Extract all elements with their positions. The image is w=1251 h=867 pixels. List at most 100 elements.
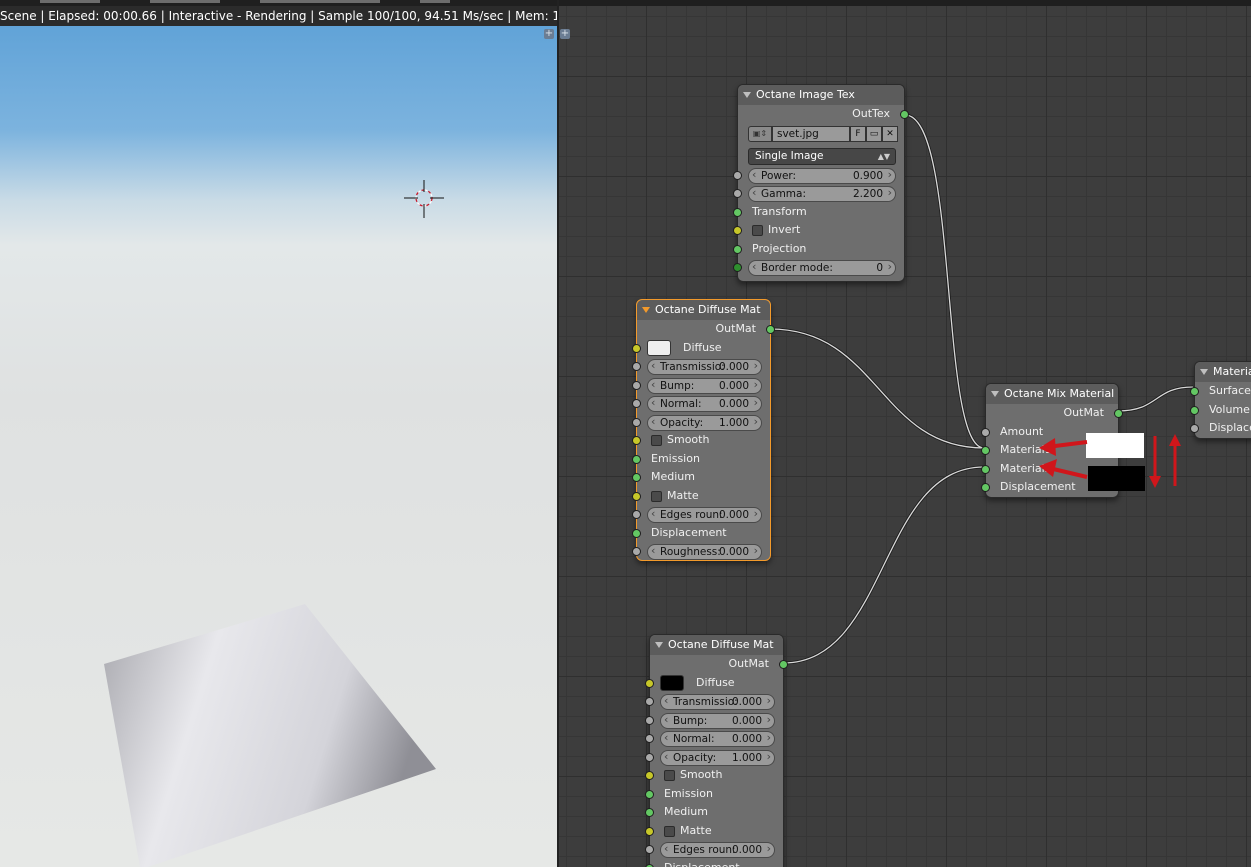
input-socket[interactable] — [632, 399, 641, 408]
input-socket[interactable] — [733, 189, 742, 198]
diffuse-color-swatch[interactable] — [660, 674, 684, 691]
input-socket[interactable] — [645, 789, 654, 799]
image-filename[interactable]: svet.jpg — [772, 125, 850, 142]
border-mode-row: Border mode: 0 — [733, 258, 904, 277]
matte-checkbox[interactable] — [664, 825, 675, 837]
bump-field[interactable]: Bump: 0.000 — [647, 377, 762, 394]
input-socket[interactable] — [1190, 405, 1199, 415]
power-field[interactable]: Power: 0.900 — [748, 167, 896, 184]
diffuse-row: Diffuse — [632, 339, 770, 358]
open-folder-icon[interactable]: ▭ — [866, 125, 882, 142]
node-material-output[interactable]: Material Surface Volume Displacemen — [1190, 361, 1251, 439]
input-socket[interactable] — [645, 678, 654, 688]
node-octane-diffuse-mat-white[interactable]: Octane Diffuse Mat OutMat Diffuse Transm… — [632, 299, 775, 561]
image-source-dropdown[interactable]: Single Image ▲▼ — [748, 147, 896, 165]
opacity-row: Opacity: 1.000 — [632, 413, 770, 432]
input-socket[interactable] — [645, 697, 654, 706]
node-header[interactable]: Octane Mix Material — [986, 384, 1118, 404]
input-socket[interactable] — [632, 380, 641, 390]
input-socket[interactable] — [632, 454, 641, 464]
input-socket[interactable] — [981, 427, 990, 437]
node-octane-image-tex[interactable]: Octane Image Tex OutTex ▣⇕ svet.jpg F ▭ … — [733, 84, 909, 282]
node-header[interactable]: Material — [1195, 362, 1251, 382]
input-socket[interactable] — [645, 734, 654, 743]
input-socket[interactable] — [645, 771, 654, 780]
input-socket[interactable] — [981, 446, 990, 455]
input-socket[interactable] — [733, 207, 742, 217]
link-diffuse1-to-material1 — [769, 328, 985, 449]
smooth-checkbox[interactable] — [651, 435, 662, 446]
node-editor-split-corner-icon[interactable]: + — [560, 29, 570, 39]
input-socket[interactable] — [632, 343, 641, 353]
3d-cursor-icon[interactable] — [404, 180, 444, 220]
input-socket[interactable] — [645, 845, 654, 854]
collapse-triangle-icon[interactable] — [655, 642, 663, 648]
collapse-triangle-icon[interactable] — [743, 92, 751, 98]
bump-row: Bump: 0.000 — [632, 376, 770, 395]
node-editor[interactable]: + Octane Image Tex OutTex ▣⇕ svet.jpg F … — [559, 0, 1251, 867]
bump-row: Bump: 0.000 — [645, 711, 783, 730]
collapse-triangle-icon[interactable] — [1200, 369, 1208, 375]
normal-field[interactable]: Normal: 0.000 — [647, 396, 762, 412]
input-socket[interactable] — [733, 263, 742, 272]
normal-field[interactable]: Normal: 0.000 — [660, 731, 775, 747]
edges-rounding-field[interactable]: Edges roun:0.000 — [647, 507, 762, 523]
input-socket[interactable] — [632, 510, 641, 519]
matte-checkbox[interactable] — [651, 490, 662, 502]
smooth-checkbox[interactable] — [664, 770, 675, 781]
input-socket[interactable] — [733, 170, 742, 180]
input-socket[interactable] — [733, 226, 742, 235]
displacement-row: Displacemen — [1190, 419, 1251, 438]
fake-user-button[interactable]: F — [850, 125, 866, 142]
output-row: OutMat — [986, 404, 1123, 423]
node-octane-diffuse-mat-black[interactable]: Octane Diffuse Mat OutMat Diffuse Transm… — [645, 634, 788, 867]
gamma-row: Gamma: 2.200 — [733, 184, 904, 203]
node-header[interactable]: Octane Diffuse Mat — [637, 300, 770, 320]
input-socket[interactable] — [632, 547, 641, 556]
diffuse-color-swatch[interactable] — [647, 339, 671, 356]
input-socket[interactable] — [632, 417, 641, 427]
field-value: 0.000 — [718, 398, 749, 410]
arrow-down — [1149, 436, 1161, 488]
edges-rounding-field[interactable]: Edges roun:0.000 — [660, 842, 775, 858]
input-socket[interactable] — [645, 863, 654, 867]
invert-checkbox[interactable] — [752, 225, 763, 236]
field-label: Bump: — [660, 379, 695, 392]
input-socket[interactable] — [645, 826, 654, 836]
input-socket[interactable] — [645, 808, 654, 817]
roughness-field[interactable]: Roughness:0.000 — [647, 544, 762, 560]
input-socket[interactable] — [632, 491, 641, 501]
field-label: Power: — [761, 169, 797, 182]
transmission-field[interactable]: Transmissio:0.000 — [647, 359, 762, 375]
input-socket[interactable] — [632, 528, 641, 538]
collapse-triangle-icon[interactable] — [642, 307, 650, 313]
file-row: ▣⇕ svet.jpg F ▭ ✕ — [738, 124, 904, 146]
input-socket[interactable] — [1190, 387, 1199, 396]
input-socket[interactable] — [645, 715, 654, 725]
output-socket[interactable] — [779, 660, 788, 669]
gamma-field[interactable]: Gamma: 2.200 — [748, 186, 896, 202]
output-socket[interactable] — [1114, 409, 1123, 418]
input-socket[interactable] — [645, 752, 654, 762]
input-socket[interactable] — [981, 483, 990, 492]
border-mode-field[interactable]: Border mode: 0 — [748, 260, 896, 276]
input-socket[interactable] — [632, 436, 641, 445]
transmission-field[interactable]: Transmissio:0.000 — [660, 694, 775, 710]
output-socket[interactable] — [766, 325, 775, 334]
input-socket[interactable] — [733, 244, 742, 254]
node-header[interactable]: Octane Diffuse Mat — [650, 635, 783, 655]
collapse-triangle-icon[interactable] — [991, 391, 999, 397]
opacity-field[interactable]: Opacity: 1.000 — [647, 414, 762, 431]
opacity-field[interactable]: Opacity: 1.000 — [660, 749, 775, 766]
image-browse-icon[interactable]: ▣⇕ — [748, 125, 772, 142]
bump-field[interactable]: Bump: 0.000 — [660, 712, 775, 729]
unlink-close-icon[interactable]: ✕ — [882, 125, 898, 142]
input-socket[interactable] — [632, 473, 641, 482]
input-socket[interactable] — [981, 464, 990, 474]
input-socket[interactable] — [1190, 424, 1199, 433]
field-label: Bump: — [673, 714, 708, 727]
input-socket[interactable] — [632, 362, 641, 371]
node-header[interactable]: Octane Image Tex — [738, 85, 904, 105]
3d-viewport[interactable]: Scene | Elapsed: 00:00.66 | Interactive … — [0, 0, 557, 867]
output-socket[interactable] — [900, 110, 909, 119]
